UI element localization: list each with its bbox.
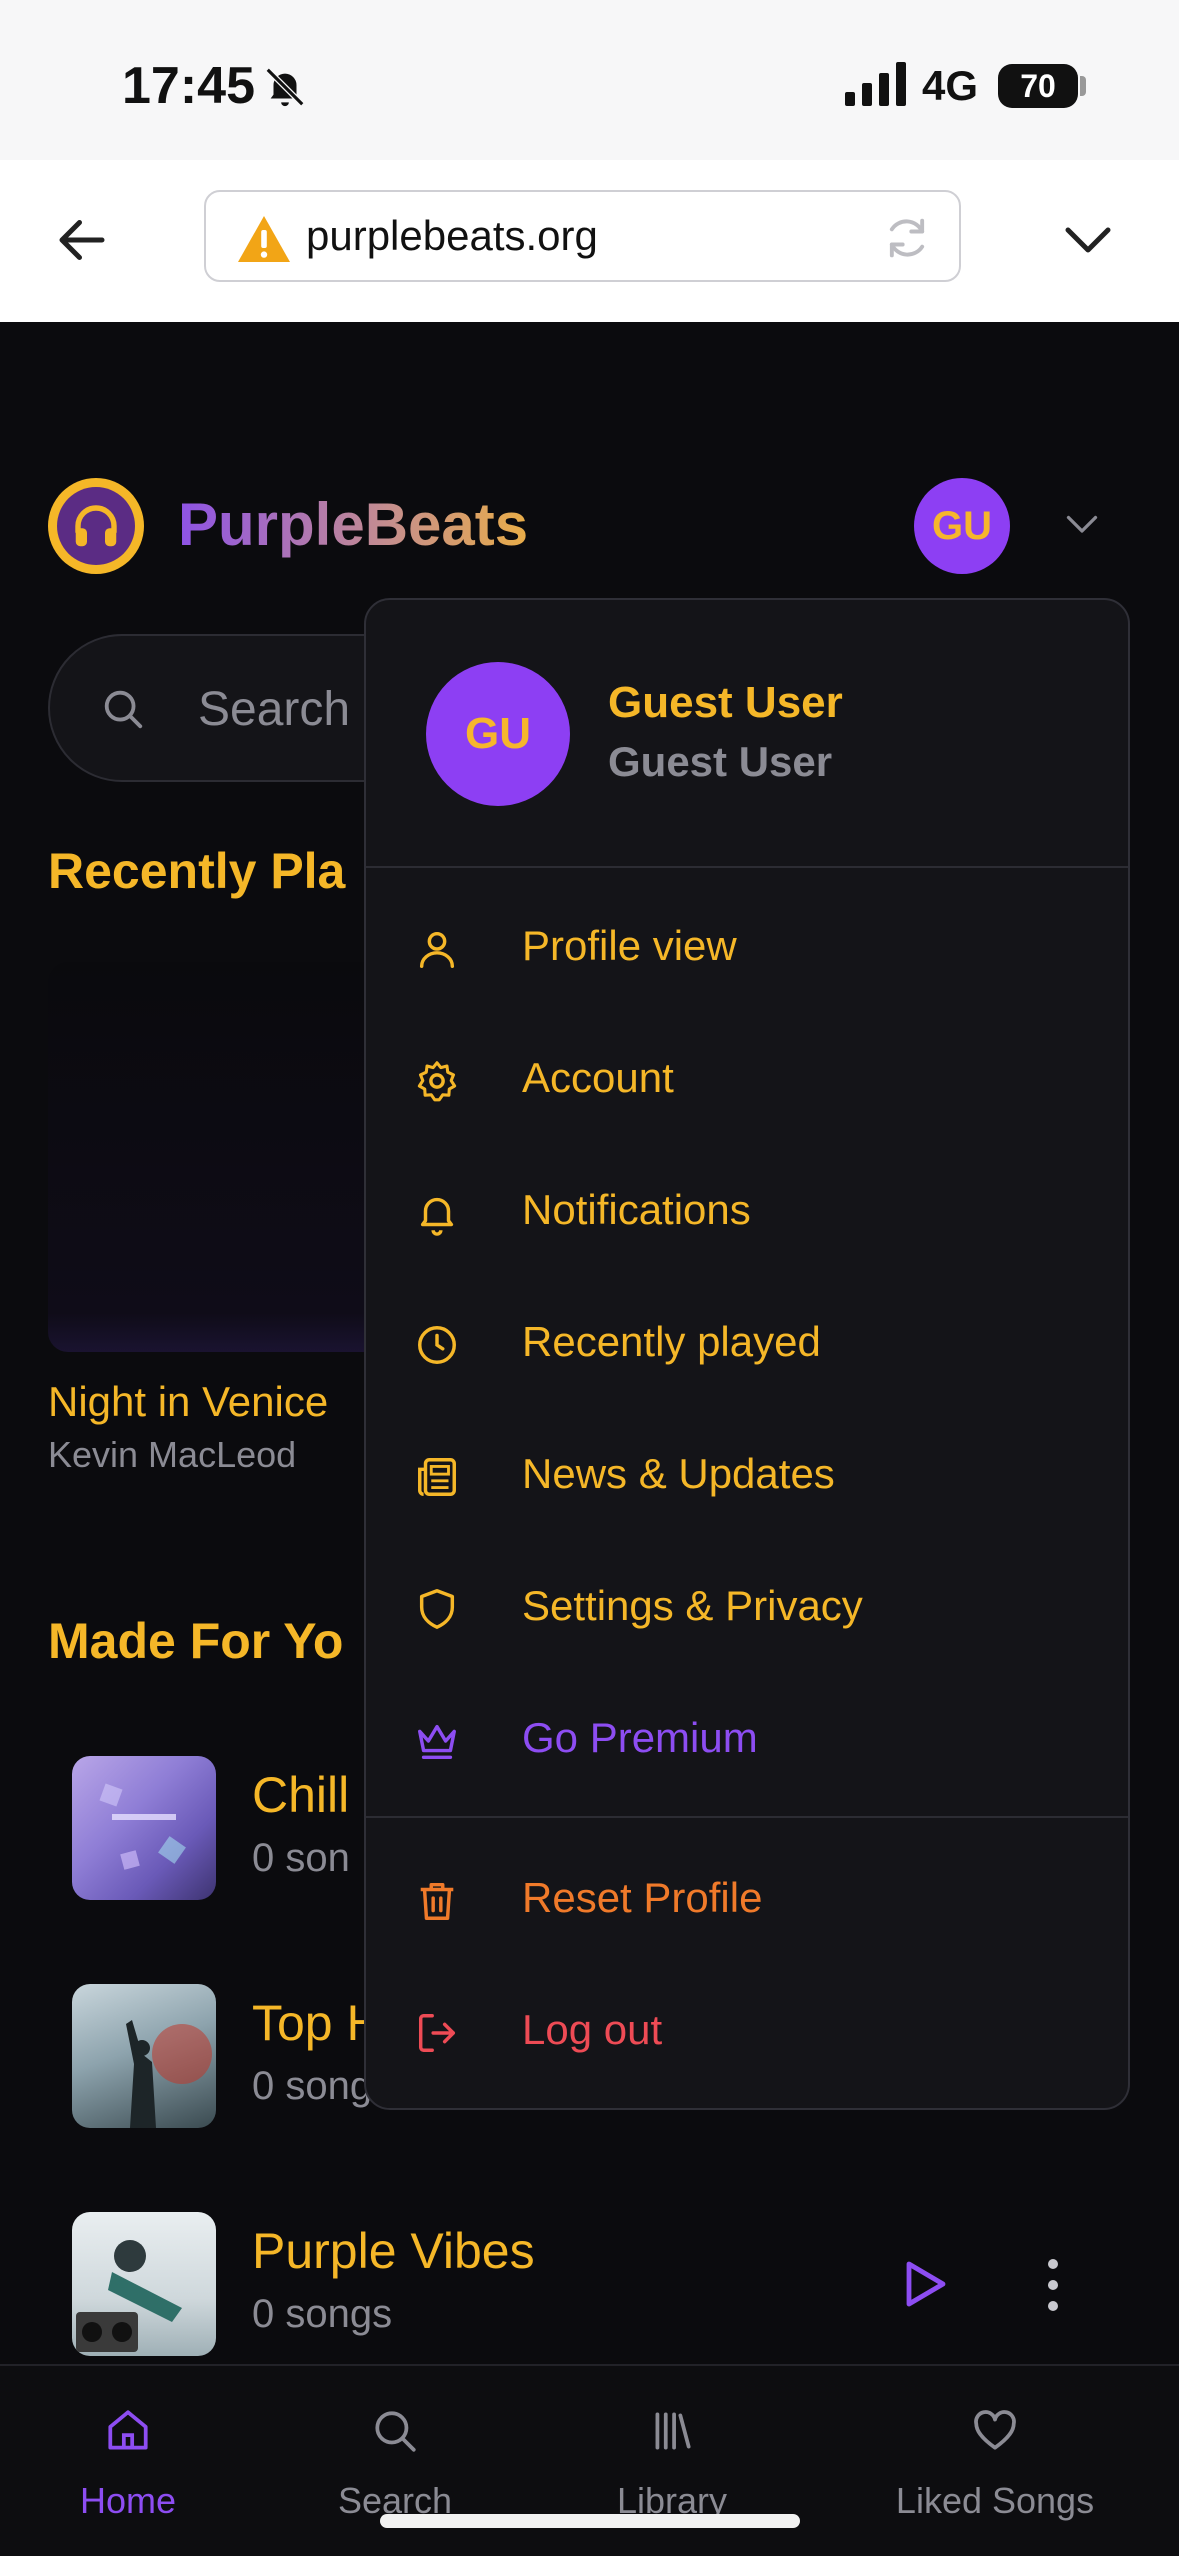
network-type: 4G bbox=[922, 62, 979, 109]
back-arrow-icon[interactable] bbox=[52, 210, 112, 270]
menu-item-label: Settings & Privacy bbox=[522, 1582, 863, 1629]
newspaper-icon bbox=[418, 1458, 456, 1496]
menu-item-label: Account bbox=[522, 1054, 674, 1101]
track-title[interactable]: Night in Venice bbox=[48, 1378, 328, 1426]
menu-item-account[interactable]: Account bbox=[366, 1020, 1128, 1140]
logout-icon bbox=[418, 2014, 456, 2052]
url-text: purplebeats.org bbox=[306, 212, 598, 259]
menu-divider bbox=[366, 1816, 1128, 1818]
playlist-name: Chill bbox=[252, 1767, 350, 1823]
list-item[interactable]: Purple Vibes 0 songs bbox=[72, 2212, 1152, 2356]
battery-indicator: 70 bbox=[998, 64, 1078, 108]
menu-item-reset-profile[interactable]: Reset Profile bbox=[366, 1840, 1128, 1960]
menu-item-settings-privacy[interactable]: Settings & Privacy bbox=[366, 1548, 1128, 1668]
search-placeholder: Search bbox=[198, 683, 351, 736]
status-time: 17:45 bbox=[122, 57, 255, 115]
app-screen: 17:45 4G 70 purplebeats.org PurpleBeats … bbox=[0, 0, 1179, 2556]
menu-item-log-out[interactable]: Log out bbox=[366, 1972, 1128, 2092]
crown-icon bbox=[418, 1724, 456, 1760]
menu-item-label: Reset Profile bbox=[522, 1874, 763, 1921]
playlist-cover bbox=[72, 1984, 216, 2128]
home-icon bbox=[108, 2410, 148, 2450]
menu-item-label: Notifications bbox=[522, 1186, 751, 1233]
recently-played-title: Recently Pla bbox=[48, 843, 346, 899]
status-bar: 17:45 4G 70 bbox=[0, 0, 1179, 160]
shield-icon bbox=[419, 1589, 455, 1629]
bell-icon bbox=[420, 1197, 454, 1236]
playlist-cover bbox=[72, 1756, 216, 1900]
heart-icon bbox=[974, 2410, 1016, 2450]
url-field[interactable]: purplebeats.org bbox=[204, 190, 961, 282]
menu-user-name: Guest User bbox=[608, 678, 843, 727]
search-icon bbox=[375, 2411, 416, 2452]
menu-item-recently-played[interactable]: Recently played bbox=[366, 1284, 1128, 1404]
headphones-icon bbox=[57, 487, 135, 565]
chevron-down-icon[interactable] bbox=[1058, 210, 1118, 270]
track-artist: Kevin MacLeod bbox=[48, 1434, 297, 1475]
menu-item-label: Recently played bbox=[522, 1318, 821, 1365]
menu-user-subtitle: Guest User bbox=[608, 738, 833, 785]
user-icon bbox=[419, 931, 455, 968]
play-icon[interactable] bbox=[900, 2258, 950, 2310]
gear-icon bbox=[417, 1061, 457, 1102]
menu-avatar: GU bbox=[426, 662, 570, 806]
profile-menu: GU Guest User Guest User Profile view Ac… bbox=[364, 598, 1130, 2110]
battery-cap bbox=[1080, 76, 1086, 96]
playlist-count: 0 song bbox=[252, 2064, 373, 2108]
nav-home[interactable]: Home bbox=[38, 2366, 218, 2556]
nav-liked-songs[interactable]: Liked Songs bbox=[875, 2366, 1115, 2556]
browser-bar: purplebeats.org bbox=[0, 160, 1179, 322]
home-indicator bbox=[380, 2514, 800, 2528]
signal-icon bbox=[845, 62, 906, 106]
menu-item-label: Profile view bbox=[522, 922, 737, 969]
bell-off-icon bbox=[265, 67, 305, 107]
trash-icon bbox=[420, 1882, 454, 1920]
playlist-cover bbox=[72, 2212, 216, 2356]
profile-chevron-icon[interactable] bbox=[1064, 510, 1100, 540]
track-artwork[interactable] bbox=[48, 962, 408, 1352]
menu-item-profile-view[interactable]: Profile view bbox=[366, 888, 1128, 1008]
search-icon bbox=[104, 690, 143, 729]
playlist-name: Purple Vibes bbox=[252, 2223, 535, 2279]
menu-item-news[interactable]: News & Updates bbox=[366, 1416, 1128, 1536]
nav-label: Home bbox=[79, 2480, 177, 2521]
menu-item-notifications[interactable]: Notifications bbox=[366, 1152, 1128, 1272]
playlist-count: 0 son bbox=[252, 1836, 350, 1880]
made-for-you-title: Made For Yo bbox=[48, 1613, 344, 1669]
more-options-icon[interactable] bbox=[1046, 2256, 1060, 2314]
playlist-count: 0 songs bbox=[252, 2292, 393, 2336]
app-logo[interactable] bbox=[48, 478, 144, 574]
menu-item-label: Log out bbox=[522, 2006, 663, 2053]
nav-label: Liked Songs bbox=[895, 2480, 1095, 2521]
brand-name[interactable]: PurpleBeats bbox=[178, 490, 528, 559]
clock-icon bbox=[418, 1326, 456, 1364]
reload-icon[interactable] bbox=[881, 212, 933, 264]
menu-divider bbox=[366, 866, 1128, 868]
menu-item-label: News & Updates bbox=[522, 1450, 835, 1497]
library-icon bbox=[655, 2412, 691, 2450]
menu-item-label: Go Premium bbox=[522, 1714, 758, 1761]
menu-item-go-premium[interactable]: Go Premium bbox=[366, 1680, 1128, 1800]
avatar[interactable]: GU bbox=[914, 478, 1010, 574]
warning-icon bbox=[238, 216, 290, 262]
